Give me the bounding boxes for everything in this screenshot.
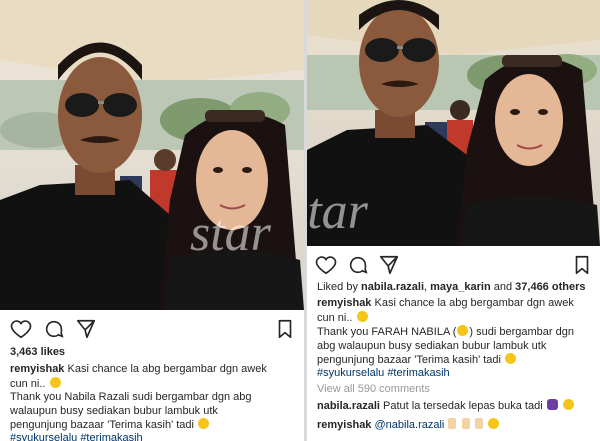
post-caption: 3,463 likes remyishak Kasi chance la abg… xyxy=(10,346,296,441)
post-caption: Liked by nabila.razali, maya_karin and 3… xyxy=(317,281,592,432)
caption-text-1: Kasi chance la abg bergambar dgn awek xyxy=(374,297,574,310)
share-icon[interactable] xyxy=(75,318,97,340)
smile-emoji-icon xyxy=(505,353,517,365)
post-photo[interactable]: star xyxy=(0,0,304,310)
smile-emoji-icon xyxy=(198,418,210,430)
woman-emoji-icon xyxy=(546,399,558,411)
bookmark-icon[interactable] xyxy=(274,318,296,340)
post-photo[interactable]: star xyxy=(307,0,600,246)
smile-emoji-icon xyxy=(356,310,368,322)
photo-illustration: star xyxy=(0,0,304,310)
smile-emoji-icon xyxy=(457,325,469,337)
heart-icon[interactable] xyxy=(315,254,337,276)
caption-text-2: cun ni.. xyxy=(317,311,353,324)
thanks-line-3: pengunjung bazaar 'Terima kasih' tadi xyxy=(10,419,194,432)
thanks-line-1b: ) sudi bergambar dgn xyxy=(469,326,574,339)
hashtags[interactable]: #syukurselalu #terimakasih xyxy=(317,367,592,380)
thanks-line-2: abg walaupun busy sediakan bubur lambuk … xyxy=(317,339,547,352)
liked-user-2[interactable]: maya_karin xyxy=(430,281,491,293)
photo-illustration: star xyxy=(307,0,600,246)
bookmark-icon[interactable] xyxy=(571,254,593,276)
instagram-post-right: star Liked by nabila.razali, maya_karin … xyxy=(307,0,600,441)
caption-username[interactable]: remyishak xyxy=(10,363,64,375)
comment-mention[interactable]: @nabila.razali xyxy=(375,419,445,431)
comment-text: Patut la tersedak lepas buka tadi xyxy=(383,400,543,413)
smile-emoji-icon xyxy=(487,417,499,429)
thanks-line-1: Thank you Nabila Razali sudi bergambar d… xyxy=(10,391,252,404)
comment-username[interactable]: nabila.razali xyxy=(317,400,380,412)
caption-text-2: cun ni.. xyxy=(10,377,46,390)
liked-and: and xyxy=(490,281,516,293)
laughing-cat-emoji-icon xyxy=(562,399,574,411)
heart-icon[interactable] xyxy=(10,318,32,340)
share-icon[interactable] xyxy=(378,254,400,276)
thanks-line-3: pengunjung bazaar 'Terima kasih' tadi xyxy=(317,354,501,367)
action-bar xyxy=(307,250,600,280)
liked-by-prefix: Liked by xyxy=(317,281,362,293)
likes-count[interactable]: 3,463 likes xyxy=(10,346,296,359)
praying-hands-emoji-icon xyxy=(448,417,457,429)
instagram-post-left: star 3,463 likes remyishak Kasi chance l… xyxy=(0,0,304,441)
praying-hands-emoji-icon xyxy=(474,417,483,429)
praying-hands-emoji-icon xyxy=(461,417,470,429)
caption-text-1: Kasi chance la abg bergambar dgn awek xyxy=(67,363,267,376)
liked-user-1[interactable]: nabila.razali xyxy=(361,281,424,293)
comment-icon[interactable] xyxy=(347,254,369,276)
hashtags[interactable]: #syukurselalu #terimakasih xyxy=(10,432,296,441)
thanks-line-1: Thank you FARAH NABILA ( xyxy=(317,326,457,339)
comment-username[interactable]: remyishak xyxy=(317,419,371,431)
watermark-logo: star xyxy=(190,205,272,262)
action-bar xyxy=(0,314,304,344)
watermark-logo: star xyxy=(307,183,369,240)
liked-count[interactable]: 37,466 others xyxy=(515,281,585,293)
view-all-comments-link[interactable]: View all 590 comments xyxy=(317,383,592,396)
caption-username[interactable]: remyishak xyxy=(317,297,371,309)
comment-icon[interactable] xyxy=(43,318,65,340)
smile-emoji-icon xyxy=(49,376,61,388)
thanks-line-2: walaupun busy sediakan bubur lambuk utk xyxy=(10,404,218,417)
liked-by: Liked by nabila.razali, maya_karin and 3… xyxy=(317,281,592,294)
